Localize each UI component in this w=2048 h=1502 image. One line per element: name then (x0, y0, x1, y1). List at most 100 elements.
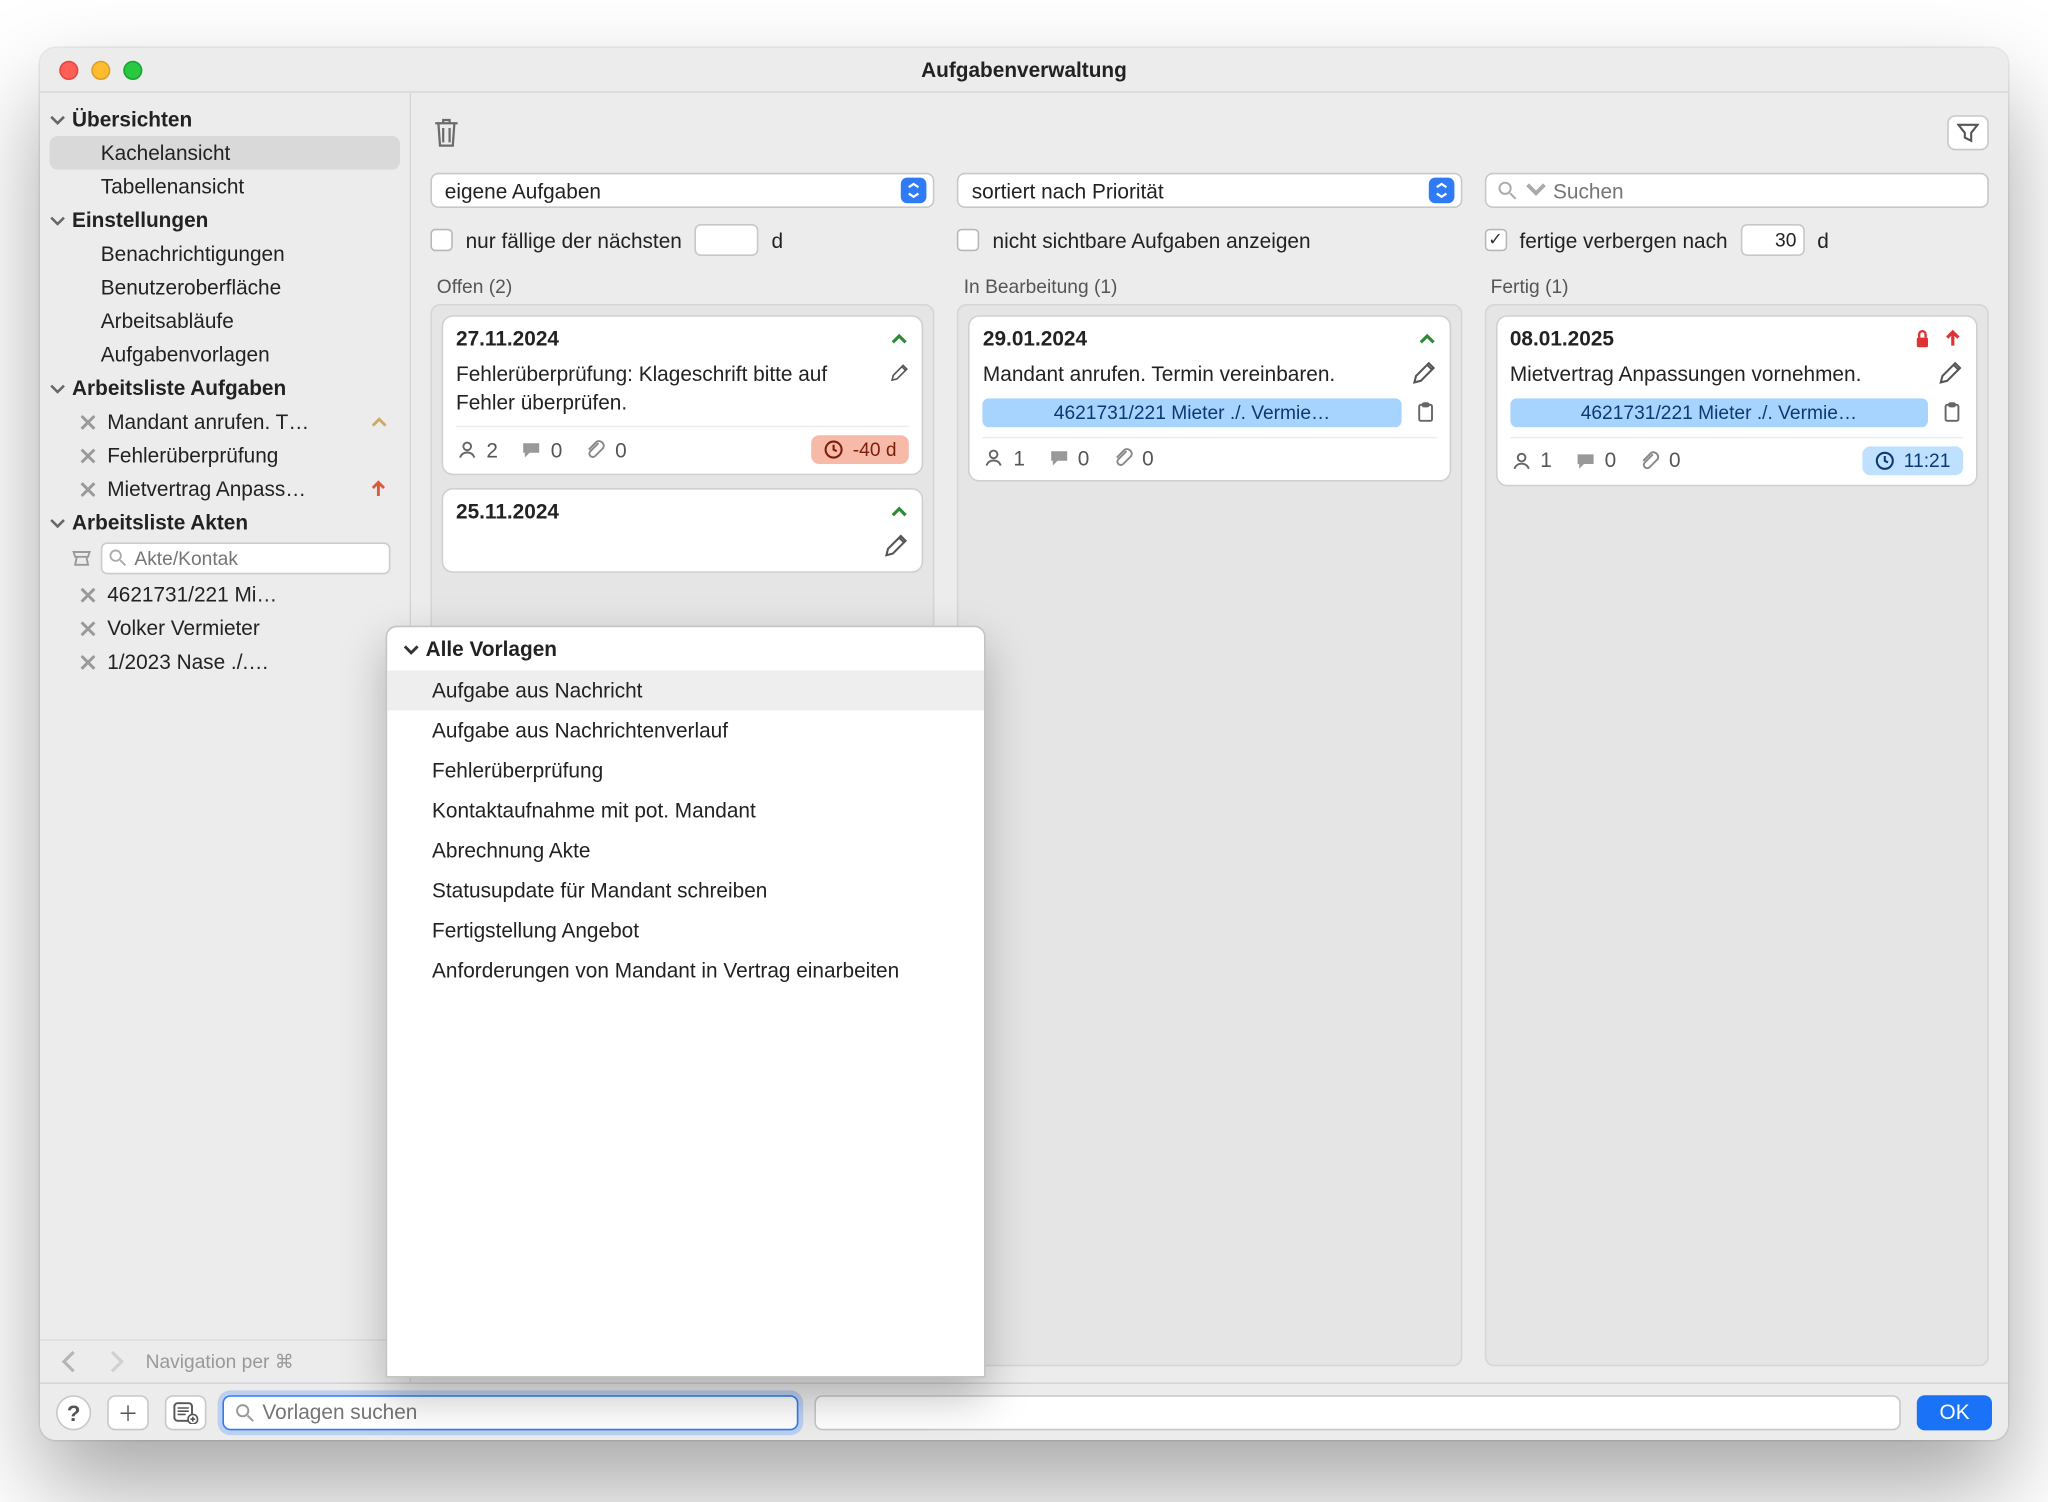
close-icon[interactable] (78, 652, 97, 671)
edit-icon[interactable] (1411, 360, 1437, 386)
edit-icon[interactable] (884, 533, 910, 559)
filter-button[interactable] (1947, 115, 1989, 150)
search-input[interactable] (1553, 178, 1978, 202)
pin-icon[interactable] (69, 546, 95, 572)
clipboard-icon[interactable] (1941, 401, 1963, 423)
column-fertig: Fertig (1) 08.01.2025 Mietvertrag Anpass… (1484, 272, 1989, 1366)
sidebar-akte-1-2023[interactable]: 1/2023 Nase ./.… (50, 645, 400, 679)
chevron-down-icon (403, 641, 419, 657)
hide-done-days-input[interactable]: 30 (1740, 224, 1804, 256)
sidebar: Übersichten Kachelansicht Tabellenansich… (40, 93, 411, 1383)
sidebar-group-arbeitsliste-akten[interactable]: Arbeitsliste Akten (40, 506, 410, 540)
task-card[interactable]: 29.01.2024 Mandant anrufen. Termin verei… (969, 315, 1451, 481)
search-field[interactable] (1484, 173, 1989, 208)
window-minimize-button[interactable] (91, 61, 110, 80)
template-add-button[interactable] (165, 1394, 207, 1429)
sidebar-group-arbeitsliste-aufgaben[interactable]: Arbeitsliste Aufgaben (40, 371, 410, 405)
attachments-count[interactable]: 0 (1112, 446, 1154, 470)
search-icon (234, 1401, 256, 1423)
show-hidden-checkbox[interactable] (957, 229, 979, 251)
only-due-days-input[interactable] (695, 224, 759, 256)
nav-back-button[interactable] (56, 1347, 85, 1376)
filter-select[interactable]: eigene Aufgaben (430, 173, 935, 208)
card-text: Mandant anrufen. Termin vereinbaren. (983, 360, 1335, 388)
sidebar-item-arbeitsablaeufe[interactable]: Arbeitsabläufe (50, 304, 400, 338)
task-card[interactable]: 27.11.2024 Fehlerüberprüfung: Klageschri… (442, 315, 924, 475)
sidebar-group-einstellungen[interactable]: Einstellungen (40, 203, 410, 237)
case-tag[interactable]: 4621731/221 Mieter ./. Vermie… (1510, 398, 1928, 427)
popup-item[interactable]: Aufgabe aus Nachricht (387, 670, 984, 710)
sidebar-item-tabellenansicht[interactable]: Tabellenansicht (50, 170, 400, 204)
window-zoom-button[interactable] (123, 61, 142, 80)
card-text: Fehlerüberprüfung: Klageschrift bitte au… (456, 360, 877, 416)
ok-button[interactable]: OK (1917, 1394, 1992, 1429)
close-icon[interactable] (78, 585, 97, 604)
add-button[interactable]: ＋ (107, 1394, 149, 1429)
sidebar-item-aufgabenvorlagen[interactable]: Aufgabenvorlagen (50, 338, 400, 372)
search-icon (107, 547, 128, 568)
sidebar-item-benutzeroberflaeche[interactable]: Benutzeroberfläche (50, 270, 400, 304)
assignees-count[interactable]: 1 (983, 446, 1025, 470)
sidebar-task-mietvertrag[interactable]: Mietvertrag Anpass… (50, 472, 400, 506)
chevron-up-icon (371, 414, 387, 430)
edit-icon[interactable] (1938, 360, 1964, 386)
nav-hint-label: Navigation per ⌘ (146, 1350, 294, 1372)
sidebar-item-kachelansicht[interactable]: Kachelansicht (50, 136, 400, 170)
sort-select[interactable]: sortiert nach Priorität (957, 173, 1462, 208)
column-header: Fertig (1) (1484, 272, 1989, 304)
task-card[interactable]: 08.01.2025 Mietvertrag Anpassungen vorne… (1495, 315, 1977, 485)
clipboard-icon[interactable] (1414, 401, 1436, 423)
column-body[interactable]: 08.01.2025 Mietvertrag Anpassungen vorne… (1484, 304, 1989, 1366)
comments-count[interactable]: 0 (520, 438, 562, 462)
bottom-bar: ? ＋ OK (40, 1382, 2008, 1440)
edit-icon[interactable] (890, 360, 910, 386)
chevron-up-icon[interactable] (890, 502, 909, 521)
sidebar-task-mandant-anrufen[interactable]: Mandant anrufen. T… (50, 405, 400, 439)
popup-item[interactable]: Anforderungen von Mandant in Vertrag ein… (387, 950, 984, 990)
assignees-count[interactable]: 1 (1510, 448, 1552, 472)
popup-item[interactable]: Statusupdate für Mandant schreiben (387, 870, 984, 910)
sidebar-akte-volker[interactable]: Volker Vermieter (50, 611, 400, 645)
popup-header[interactable]: Alle Vorlagen (387, 627, 984, 670)
trash-icon[interactable] (430, 115, 462, 150)
help-button[interactable]: ? (56, 1394, 91, 1429)
only-due-checkbox[interactable] (430, 229, 452, 251)
case-tag[interactable]: 4621731/221 Mieter ./. Vermie… (983, 398, 1401, 427)
close-icon[interactable] (78, 412, 97, 431)
chevron-down-icon (1524, 179, 1546, 201)
template-search-field[interactable] (222, 1394, 798, 1429)
comments-count[interactable]: 0 (1047, 446, 1089, 470)
chevron-up-icon[interactable] (1417, 329, 1436, 348)
sidebar-item-benachrichtigungen[interactable]: Benachrichtigungen (50, 237, 400, 271)
popup-item[interactable]: Fertigstellung Angebot (387, 910, 984, 950)
comments-count[interactable]: 0 (1574, 448, 1616, 472)
nav-forward-button[interactable] (101, 1347, 130, 1376)
sidebar-task-fehlerueberpruefung[interactable]: Fehlerüberprüfung (50, 438, 400, 472)
popup-item[interactable]: Fehlerüberprüfung (387, 750, 984, 790)
titlebar: Aufgabenverwaltung (40, 48, 2008, 93)
close-icon[interactable] (78, 446, 97, 465)
window-close-button[interactable] (59, 61, 78, 80)
card-date: 08.01.2025 (1510, 326, 1614, 350)
filter-icon (1957, 122, 1979, 144)
template-search-input[interactable] (262, 1400, 787, 1424)
sidebar-group-uebersichten[interactable]: Übersichten (40, 102, 410, 136)
chevron-down-icon (50, 111, 66, 127)
sidebar-akte-4621731[interactable]: 4621731/221 Mi… (50, 578, 400, 612)
show-hidden-label: nicht sichtbare Aufgaben anzeigen (993, 228, 1311, 252)
attachments-count[interactable]: 0 (1639, 448, 1681, 472)
popup-item[interactable]: Aufgabe aus Nachrichtenverlauf (387, 710, 984, 750)
assignees-count[interactable]: 2 (456, 438, 498, 462)
window-title: Aufgabenverwaltung (921, 58, 1127, 82)
hide-done-checkbox[interactable] (1484, 229, 1506, 251)
akte-search-input[interactable] (101, 542, 391, 574)
task-card[interactable]: 25.11.2024 (442, 488, 924, 572)
column-body[interactable]: 29.01.2024 Mandant anrufen. Termin verei… (957, 304, 1462, 1366)
close-icon[interactable] (78, 479, 97, 498)
close-icon[interactable] (78, 618, 97, 637)
chevron-up-icon[interactable] (890, 329, 909, 348)
popup-item[interactable]: Abrechnung Akte (387, 830, 984, 870)
attachments-count[interactable]: 0 (585, 438, 627, 462)
popup-item[interactable]: Kontaktaufnahme mit pot. Mandant (387, 790, 984, 830)
bottom-message-field[interactable] (814, 1394, 1901, 1429)
